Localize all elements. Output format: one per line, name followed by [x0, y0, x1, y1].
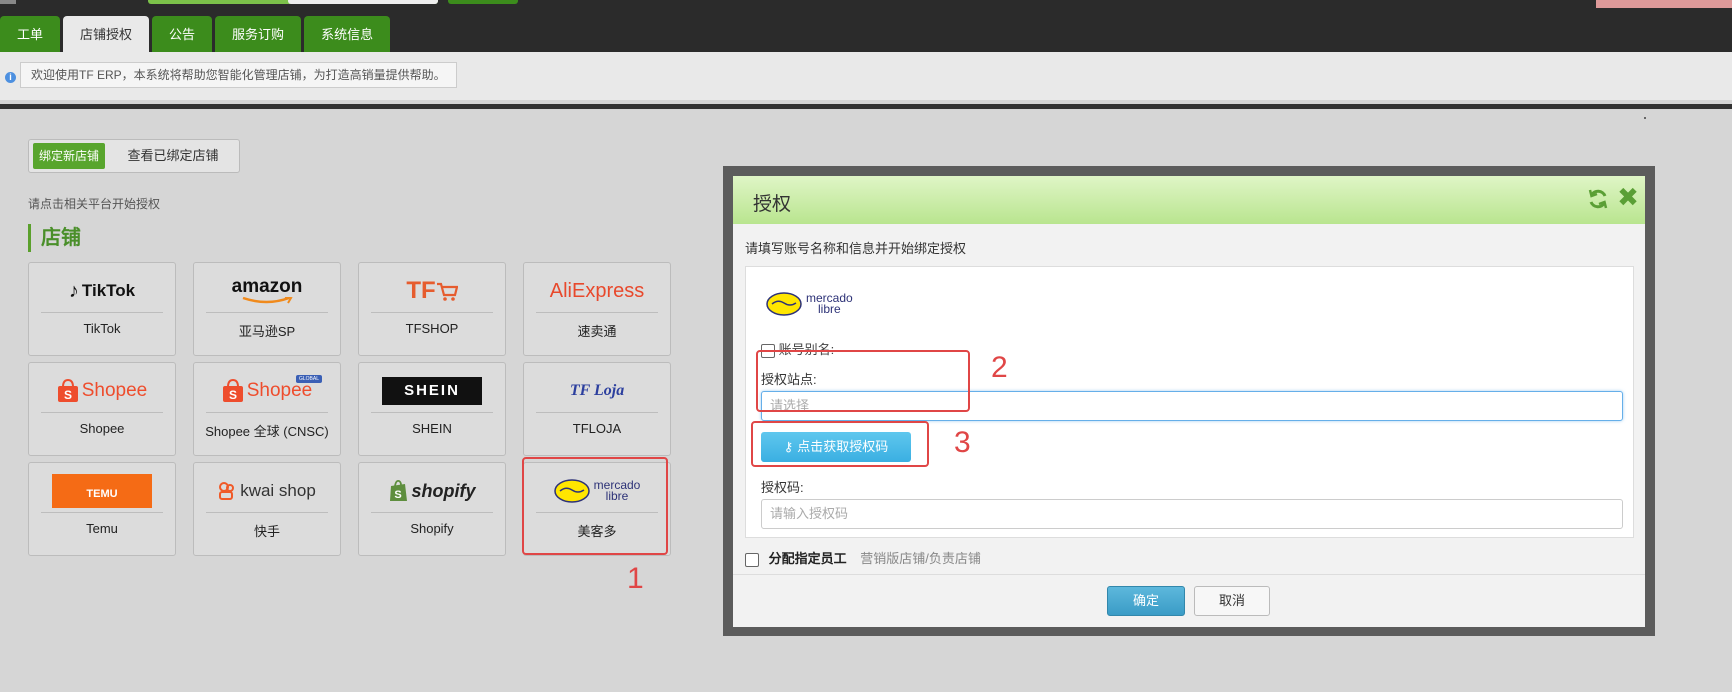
svg-text:S: S	[64, 388, 72, 402]
auth-code-input[interactable]: 请输入授权码	[761, 499, 1623, 529]
shopee-logo: S Shopee	[37, 371, 167, 411]
platform-label: Shopee 全球 (CNSC)	[205, 424, 329, 439]
platform-label: 快手	[253, 524, 280, 539]
tiktok-logo-text: TikTok	[81, 281, 136, 300]
shein-logo: SHEIN	[367, 371, 497, 411]
kwai-logo-text: kwai shop	[240, 481, 316, 500]
divider	[0, 104, 1732, 109]
tab-service-order[interactable]: 服务订购	[215, 16, 302, 52]
platform-card-shopee[interactable]: S Shopee Shopee	[28, 362, 176, 456]
platform-label: 亚马逊SP	[238, 324, 296, 339]
tiktok-note-icon: ♪	[68, 279, 79, 302]
shein-logo-text: SHEIN	[382, 377, 482, 405]
mercadolibre-handshake-icon	[766, 292, 802, 316]
platform-label: Shopee	[79, 421, 125, 436]
platform-card-shopify[interactable]: S shopify Shopify	[358, 462, 506, 556]
platform-card-aliexpress[interactable]: AliExpress 速卖通	[523, 262, 671, 356]
platform-label: TFSHOP	[405, 321, 459, 336]
welcome-notice: 欢迎使用TF ERP，本系统将帮助您智能化管理店铺，为打造高销量提供帮助。	[20, 62, 457, 88]
shopify-logo-text: shopify	[411, 480, 476, 501]
section-title: 店铺	[28, 224, 81, 252]
shopee-bag-icon: S	[57, 379, 78, 402]
refresh-icon[interactable]	[1587, 188, 1609, 210]
svg-text:S: S	[229, 388, 237, 402]
platform-label: Temu	[86, 521, 118, 536]
platform-card-shopee-global[interactable]: S Shopee GLOBAL Shopee 全球 (CNSC)	[193, 362, 341, 456]
tab-announcement[interactable]: 公告	[152, 16, 213, 52]
assign-staff-label: 分配指定员工	[768, 551, 847, 566]
temu-logo-text: TEMU	[52, 474, 152, 508]
platform-card-kwai[interactable]: kwai shop 快手	[193, 462, 341, 556]
main-tabs: 工单 店铺授权 公告 服务订购 系统信息	[0, 16, 393, 52]
amazon-logo: amazon	[202, 271, 332, 311]
platform-card-amazon[interactable]: amazon 亚马逊SP	[193, 262, 341, 356]
shopee-logo-text: Shopee	[81, 380, 148, 401]
platform-card-shein[interactable]: SHEIN SHEIN	[358, 362, 506, 456]
store-view-toggle: 绑定新店铺 查看已绑定店铺	[28, 139, 240, 173]
annotation-box-1	[522, 457, 668, 555]
shopify-logo: S shopify	[367, 471, 497, 511]
assign-staff-sub: 营销版店铺/负责店铺	[860, 551, 981, 566]
mercadolibre-logo: mercado libre	[766, 287, 853, 321]
tab-store-auth[interactable]: 店铺授权	[63, 16, 150, 52]
top-search-button[interactable]	[448, 0, 518, 4]
modal-subtitle: 请填写账号名称和信息并开始绑定授权	[745, 241, 967, 256]
aliexpress-logo-text: AliExpress	[549, 279, 645, 302]
shopee-logo-text: Shopee	[246, 380, 313, 401]
modal-title: 授权	[753, 194, 792, 215]
confirm-button[interactable]: 确定	[1107, 586, 1185, 616]
close-icon[interactable]: ✖	[1617, 184, 1639, 210]
annotation-number-3: 3	[954, 426, 971, 459]
dot-mark	[1644, 117, 1646, 119]
platform-card-tiktok[interactable]: ♪ TikTok TikTok	[28, 262, 176, 356]
shopee-bag-icon: S	[222, 379, 243, 402]
tab-system-info[interactable]: 系统信息	[304, 16, 391, 52]
platform-card-tfloja[interactable]: TF Loja TFLOJA	[523, 362, 671, 456]
tfshop-logo-text: TF	[406, 277, 436, 304]
annotation-number-2: 2	[991, 351, 1008, 384]
platform-card-tfshop[interactable]: TF TFSHOP	[358, 262, 506, 356]
bind-new-store-button[interactable]: 绑定新店铺	[33, 143, 105, 169]
platform-label: SHEIN	[412, 421, 452, 436]
annotation-box-2	[756, 350, 970, 412]
top-right-button[interactable]	[1596, 0, 1732, 8]
info-icon: i	[5, 72, 16, 83]
tfloja-logo: TF Loja	[532, 371, 662, 411]
temu-logo: TEMU	[37, 471, 167, 511]
amazon-logo-text: amazon	[231, 276, 303, 297]
platform-label: TFLOJA	[572, 421, 622, 436]
tab-workorder[interactable]: 工单	[0, 16, 61, 52]
svg-text:S: S	[395, 489, 402, 501]
tfloja-logo-text: TF Loja	[569, 382, 625, 399]
tfshop-logo: TF	[367, 271, 497, 311]
assign-staff-checkbox[interactable]	[745, 552, 759, 567]
shopify-bag-icon: S	[390, 479, 408, 501]
annotation-number-1: 1	[627, 562, 644, 595]
amazon-smile-icon	[242, 297, 293, 304]
auth-code-label: 授权码:	[761, 480, 804, 495]
global-badge: GLOBAL	[295, 375, 322, 383]
tiktok-logo: ♪ TikTok	[37, 271, 167, 311]
kwai-icon	[219, 482, 235, 500]
modal-header: 授权 ✖	[733, 176, 1645, 224]
kwai-logo: kwai shop	[202, 471, 332, 511]
aliexpress-logo: AliExpress	[532, 271, 662, 311]
platform-card-temu[interactable]: TEMU Temu	[28, 462, 176, 556]
platform-label: 速卖通	[577, 324, 617, 339]
annotation-box-3	[751, 421, 929, 467]
shopping-cart-icon	[436, 282, 458, 301]
mercadolibre-text-2: libre	[818, 302, 841, 316]
platform-label: Shopify	[410, 521, 454, 536]
app-logo	[0, 0, 16, 4]
cancel-button[interactable]: 取消	[1194, 586, 1270, 616]
top-search-input[interactable]	[288, 0, 438, 4]
shopee-global-logo: S Shopee GLOBAL	[202, 371, 332, 411]
assign-staff-row: 分配指定员工 营销版店铺/负责店铺	[745, 548, 981, 567]
platform-label: TikTok	[83, 321, 121, 336]
modal-footer-divider	[733, 574, 1645, 575]
platform-hint: 请点击相关平台开始授权	[28, 197, 161, 211]
view-bound-stores-button[interactable]: 查看已绑定店铺	[117, 143, 229, 169]
